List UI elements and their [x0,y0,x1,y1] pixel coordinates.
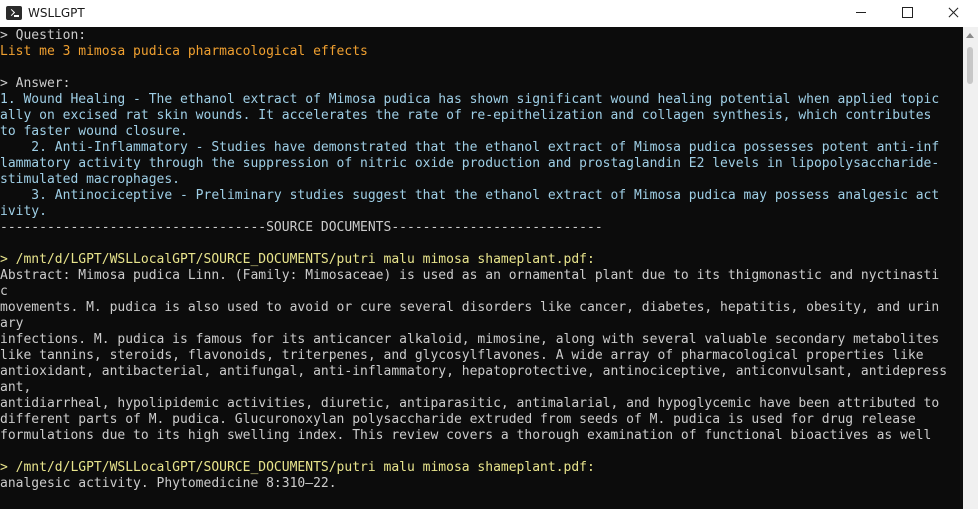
source-line: ary [0,316,24,331]
source-line: infections. M. pudica is famous for its … [0,332,940,347]
scroll-thumb[interactable] [967,47,973,84]
vertical-scrollbar[interactable] [963,27,978,509]
source-line: movements. M. pudica is also used to avo… [0,300,940,315]
source-line: c [0,284,8,299]
title-bar: WSLLGPT [0,0,978,27]
answer-line: stimulated macrophages. [0,172,181,187]
window-title: WSLLGPT [28,6,85,20]
answer-line: lammatory activity through the suppressi… [0,156,940,171]
scroll-up-arrow-icon[interactable] [966,33,974,38]
source-divider: ----------------------------------SOURCE… [0,220,603,235]
maximize-icon[interactable] [884,0,930,27]
source-line: antioxidant, antibacterial, antifungal, … [0,364,948,379]
minimize-icon[interactable] [838,0,884,27]
answer-line: 3. Antinociceptive - Preliminary studies… [0,188,940,203]
question-text: List me 3 mimosa pudica pharmacological … [0,44,368,59]
source-line: different parts of M. pudica. Glucuronox… [0,412,916,427]
source-line: like tannins, steroids, flavonoids, trit… [0,348,924,363]
answer-line: ivity. [0,204,47,219]
answer-line: to faster wound closure. [0,124,188,139]
answer-line: 1. Wound Healing - The ethanol extract o… [0,92,940,107]
source-line: ant, [0,380,32,395]
source-line: formulations due to its high swelling in… [0,428,932,443]
answer-label: > Answer: [0,76,71,91]
source-line: Abstract: Mimosa pudica Linn. (Family: M… [0,268,940,283]
answer-line: 2. Anti-Inflammatory - Studies have demo… [0,140,940,155]
source-line: antidiarrheal, hypolipidemic activities,… [0,396,940,411]
source-line: analgesic activity. Phytomedicine 8:310–… [0,476,337,491]
question-label: > Question: [0,28,87,43]
source-path: > /mnt/d/LGPT/WSLLocalGPT/SOURCE_DOCUMEN… [0,460,595,475]
terminal-output[interactable]: > Question: List me 3 mimosa pudica phar… [0,28,963,509]
source-path: > /mnt/d/LGPT/WSLLocalGPT/SOURCE_DOCUMEN… [0,252,595,267]
close-icon[interactable] [930,0,976,27]
terminal-app-icon [6,6,22,20]
answer-line: ally on excised rat skin wounds. It acce… [0,108,932,123]
